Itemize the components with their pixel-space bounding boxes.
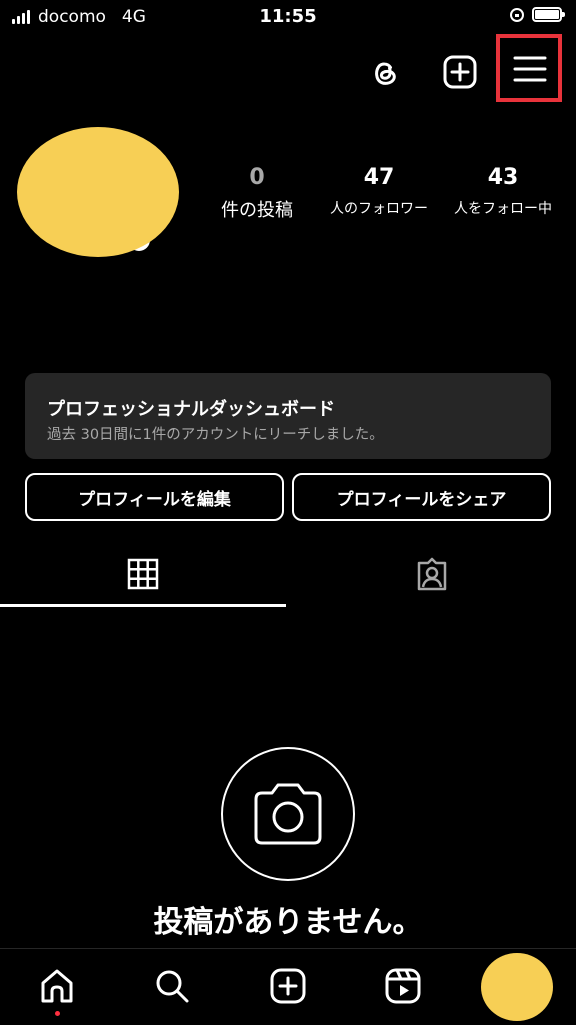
grid-icon (127, 558, 159, 590)
empty-state-text: 投稿がありません。 (153, 905, 423, 940)
notification-dot (55, 1011, 60, 1016)
posts-count: 0 (249, 165, 265, 190)
status-time: 11:55 (259, 6, 317, 27)
tab-tagged[interactable] (408, 552, 456, 596)
nav-profile-avatar[interactable] (481, 953, 553, 1021)
reels-icon (385, 968, 421, 1004)
threads-icon[interactable] (364, 52, 406, 92)
status-right (510, 7, 565, 22)
status-bar: docomo 4G 11:55 (0, 0, 576, 34)
posts-label: 件の投稿 (221, 200, 293, 221)
followers-count: 47 (363, 165, 395, 190)
dashboard-title: プロフェッショナルダッシュボード (47, 399, 335, 420)
following-label: 人をフォロー中 (454, 201, 552, 217)
share-profile-button[interactable]: プロフィールをシェア (292, 473, 551, 521)
edit-profile-button[interactable]: プロフィールを編集 (25, 473, 284, 521)
create-post-icon (270, 968, 306, 1004)
menu-icon[interactable] (508, 48, 552, 90)
followers-label: 人のフォロワー (330, 201, 428, 217)
active-tab-indicator (0, 604, 286, 607)
nav-reels[interactable] (383, 966, 423, 1006)
stat-posts[interactable]: 0 件の投稿 (197, 165, 317, 222)
stat-followers[interactable]: 47 人のフォロワー (319, 165, 439, 218)
stat-following[interactable]: 43 人をフォロー中 (443, 165, 563, 218)
avatar[interactable] (17, 127, 179, 257)
camera-icon (254, 783, 322, 845)
search-icon (156, 970, 189, 1003)
dashboard-subtitle: 過去 30日間に1件のアカウントにリーチしました。 (47, 427, 384, 443)
tab-grid[interactable] (118, 552, 168, 596)
home-icon (41, 969, 73, 1003)
professional-dashboard-card[interactable]: プロフェッショナルダッシュボード 過去 30日間に1件のアカウントにリーチしまし… (25, 373, 551, 459)
nav-create[interactable] (268, 966, 308, 1006)
tagged-icon (417, 557, 447, 591)
empty-state-camera (221, 747, 355, 881)
orientation-lock-icon (510, 7, 524, 22)
following-count: 43 (487, 165, 519, 190)
create-icon[interactable] (440, 52, 480, 92)
battery-icon (532, 7, 565, 22)
nav-search[interactable] (152, 966, 192, 1006)
nav-home[interactable] (37, 966, 77, 1006)
